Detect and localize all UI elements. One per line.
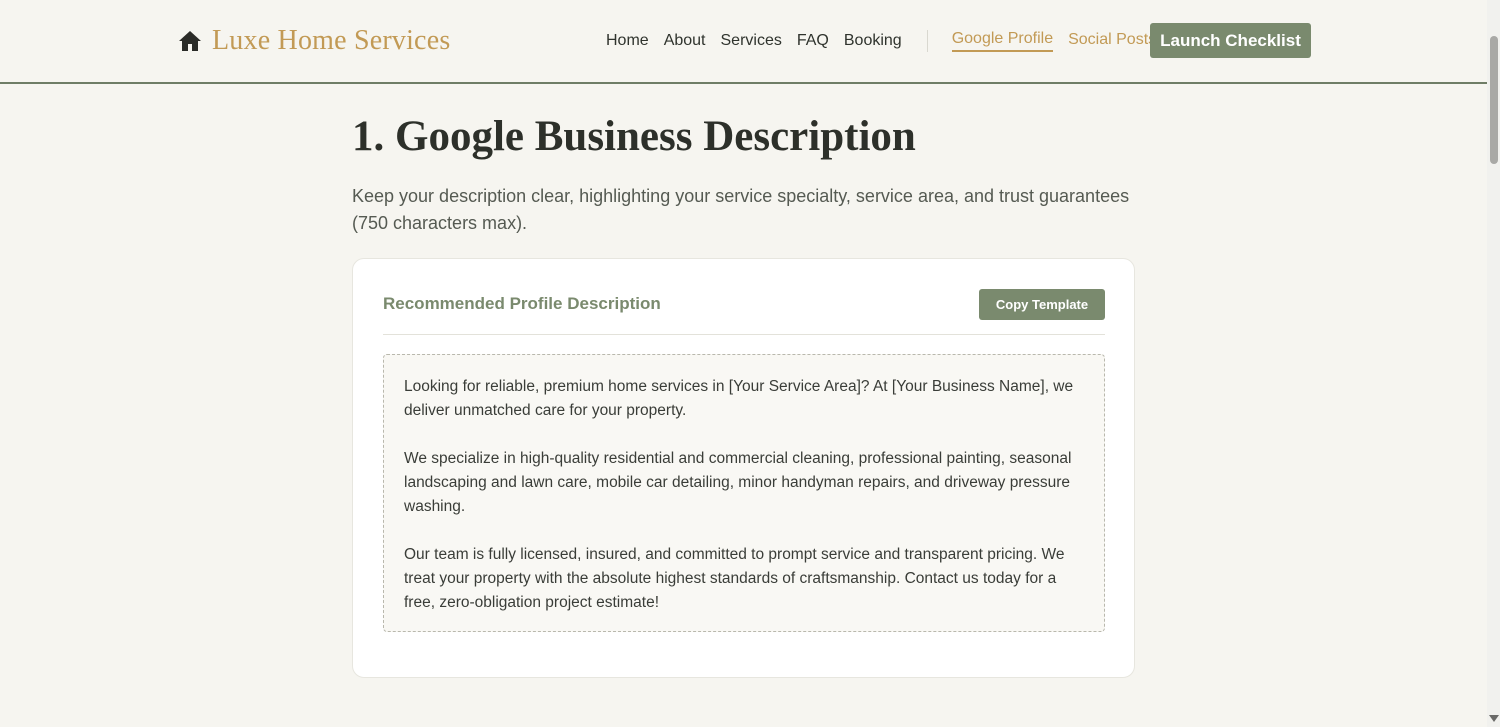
description-card: Recommended Profile Description Copy Tem… <box>352 258 1135 678</box>
section-intro: Keep your description clear, highlightin… <box>352 186 1130 233</box>
page-title: 1. Google Business Description <box>352 113 916 160</box>
template-text-box[interactable]: Looking for reliable, premium home servi… <box>383 354 1105 632</box>
copy-template-button[interactable]: Copy Template <box>979 289 1105 320</box>
nav-services[interactable]: Services <box>721 32 782 50</box>
scroll-down-arrow-icon[interactable] <box>1489 715 1499 722</box>
nav-home[interactable]: Home <box>606 32 649 50</box>
nav-divider <box>926 30 928 52</box>
nav-social-posts[interactable]: Social Posts <box>1068 31 1156 51</box>
nav-google-profile[interactable]: Google Profile <box>951 30 1054 52</box>
template-paragraph: We specialize in high-quality residentia… <box>404 450 1072 515</box>
site-header: Luxe Home Services Home About Services F… <box>0 0 1487 84</box>
scrollbar-thumb[interactable] <box>1490 36 1498 164</box>
template-paragraph: Our team is fully licensed, insured, and… <box>404 546 1065 611</box>
nav-about[interactable]: About <box>664 32 706 50</box>
card-title: Recommended Profile Description <box>383 294 661 313</box>
nav-booking[interactable]: Booking <box>844 32 902 50</box>
launch-checklist-button[interactable]: Launch Checklist <box>1150 23 1311 58</box>
brand-name: Luxe Home Services <box>212 25 451 56</box>
main-nav: Home About Services FAQ Booking Google P… <box>606 29 1171 53</box>
template-paragraph: Looking for reliable, premium home servi… <box>404 378 1074 419</box>
brand[interactable]: Luxe Home Services <box>178 24 450 58</box>
home-icon <box>179 31 201 51</box>
page-scrollbar[interactable] <box>1487 0 1500 727</box>
nav-faq[interactable]: FAQ <box>797 32 829 50</box>
card-divider <box>383 334 1105 335</box>
